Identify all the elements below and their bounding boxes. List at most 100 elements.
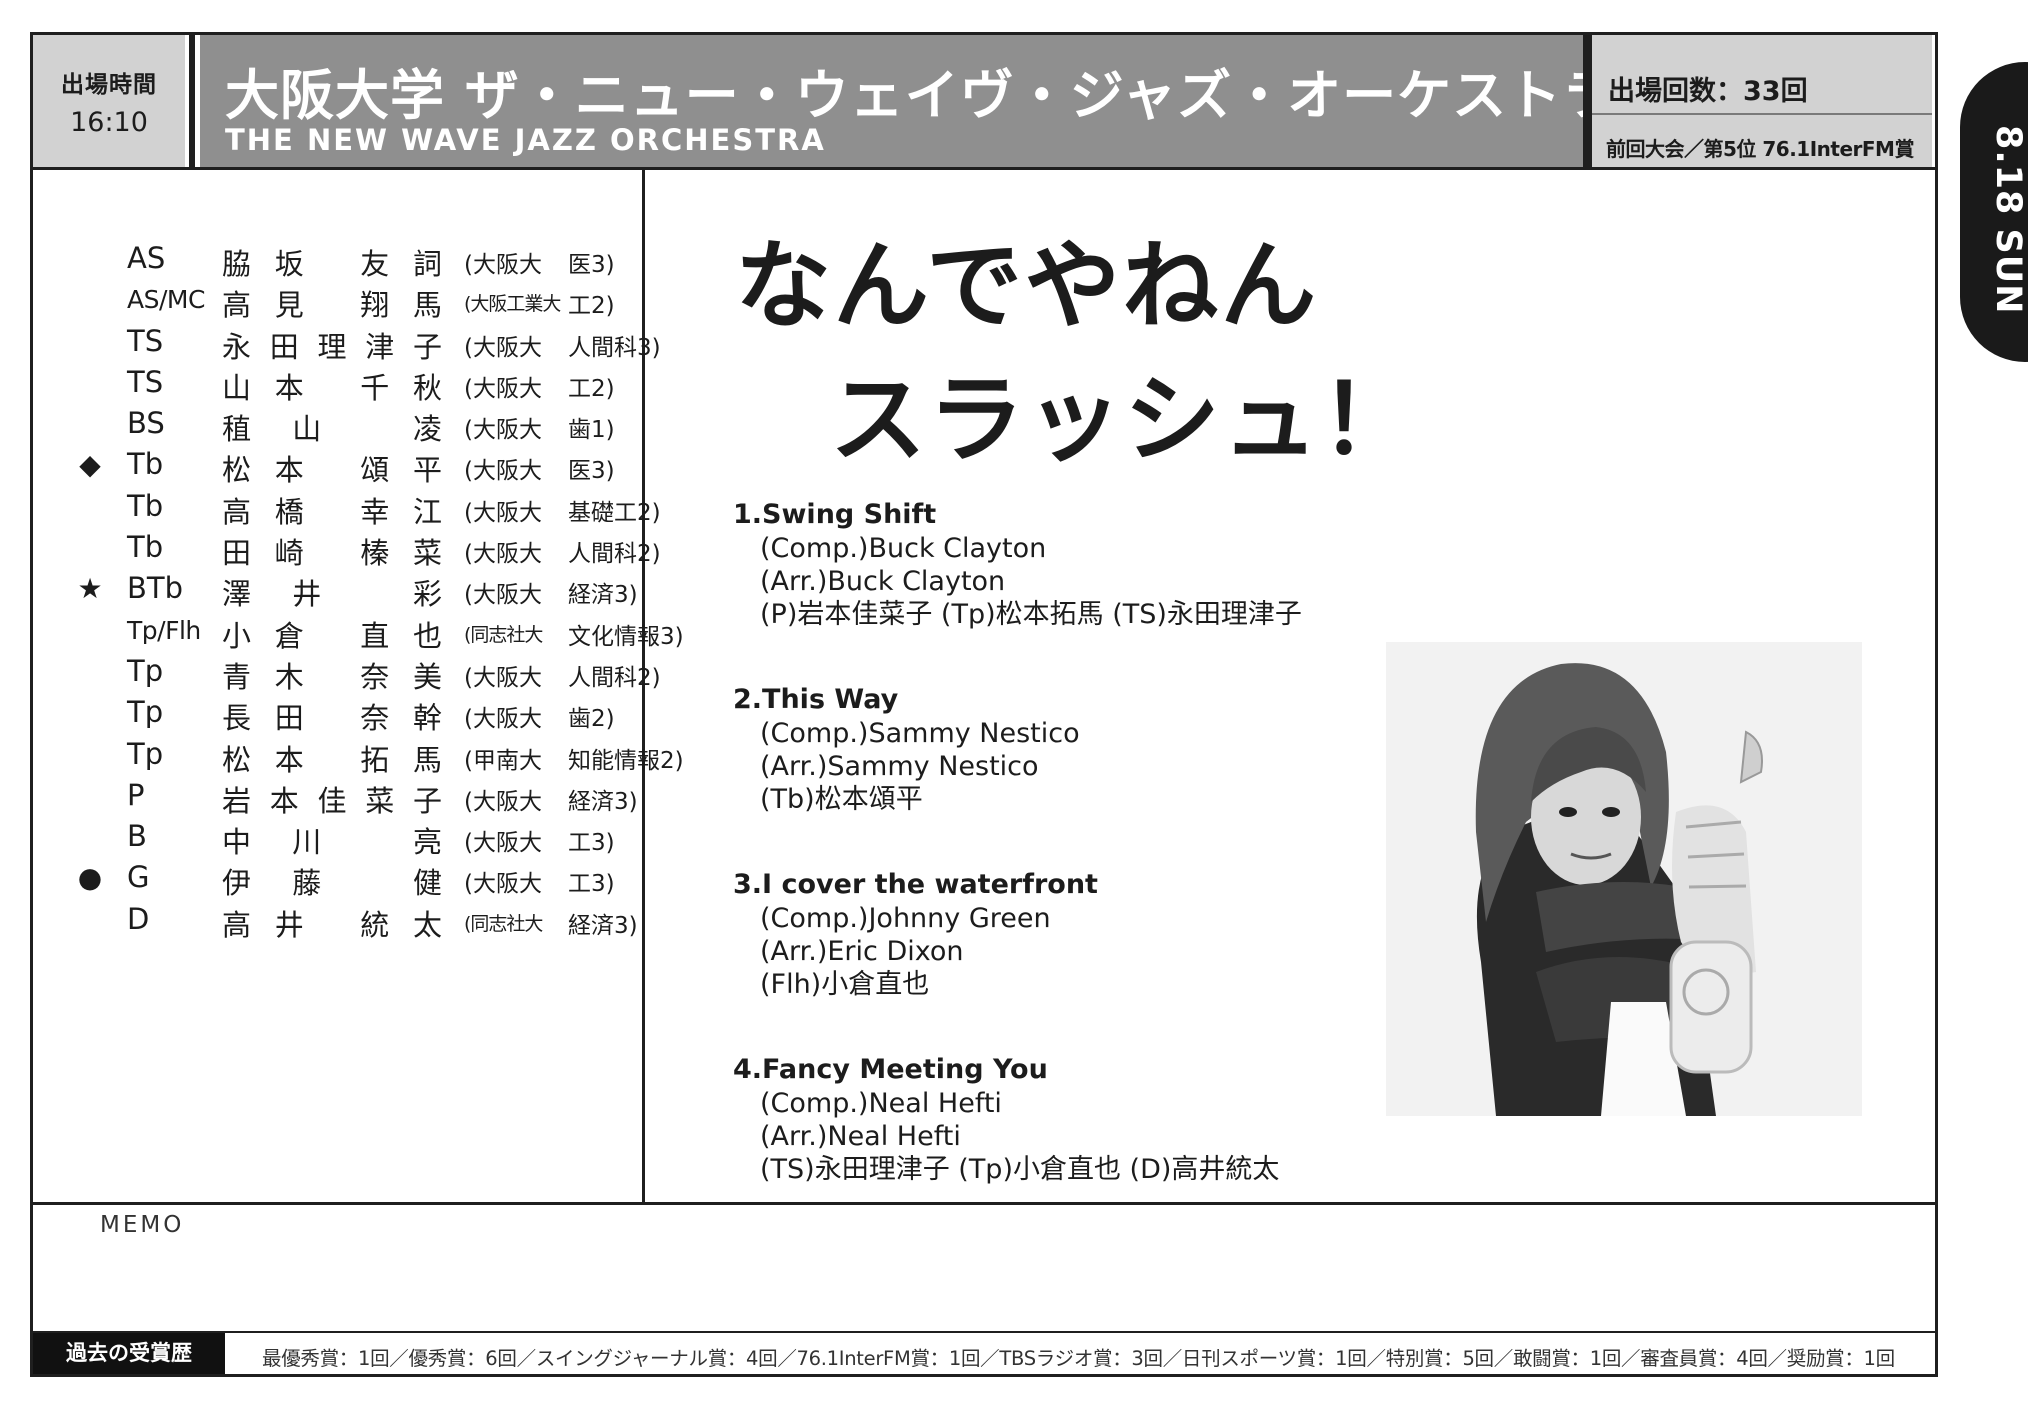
member-school: (甲南大 (464, 747, 542, 774)
member-school: (同志社大 (464, 623, 543, 646)
song-arranger: (Arr.)Buck Clayton (760, 566, 1006, 597)
member-mark: ◆ (79, 448, 101, 482)
member-department: 工3) (568, 830, 615, 857)
band-name-en: THE NEW WAVE JAZZ ORCHESTRA (225, 123, 826, 157)
member-school: (大阪大 (464, 499, 542, 526)
member-name: 岩本佳菜子 (222, 783, 442, 818)
member-instrument: Tp (127, 695, 164, 730)
song-entry: 1.Swing Shift (Comp.)Buck Clayton (Arr.)… (733, 498, 1302, 631)
song-composer: (Comp.)Sammy Nestico (760, 718, 1080, 749)
member-name: 松本 拓馬 (222, 742, 442, 777)
member-department: 工3) (568, 871, 615, 898)
member-department: 経済3) (568, 912, 638, 939)
info-divider (1592, 113, 1932, 115)
header-bottom-rule (33, 167, 1935, 170)
header-divider-line (189, 35, 195, 167)
awards-label: 過去の受賞歴 (33, 1333, 225, 1374)
member-name: 高橋 幸江 (222, 494, 442, 529)
song-soloists: (P)岩本佳菜子 (Tp)松本拓馬 (TS)永田理津子 (760, 599, 1302, 630)
band-info-box: 出場回数：33回 前回大会／第5位 76.1InterFM賞 (1592, 35, 1932, 167)
song-title: 3.I cover the waterfront (733, 869, 1098, 900)
member-name: 青木 奈美 (222, 659, 442, 694)
member-school: (大阪大 (464, 375, 542, 402)
song-arranger: (Arr.)Sammy Nestico (760, 751, 1039, 782)
member-name: 松本 頌平 (222, 453, 442, 488)
song-composer: (Comp.)Neal Hefti (760, 1088, 1002, 1119)
member-instrument: AS/MC (127, 285, 205, 315)
member-name: 長田 奈幹 (222, 701, 442, 736)
performance-time-box: 出場時間 16:10 (33, 35, 185, 167)
member-department: 経済3) (568, 788, 638, 815)
member-name: 稙山 凌 (222, 412, 442, 447)
member-school: (大阪大 (464, 252, 542, 278)
member-name: 澤井 彩 (222, 577, 442, 612)
performance-time-label: 出場時間 (61, 72, 157, 98)
photo-illustration (1386, 642, 1862, 1116)
member-instrument: TS (127, 364, 164, 399)
appearance-count: 出場回数：33回 (1608, 76, 1808, 107)
member-mark: ● (77, 861, 103, 895)
member-school: (大阪工業大 (464, 293, 561, 316)
member-instrument: Tb (127, 447, 164, 482)
performance-time-value: 16:10 (70, 107, 148, 138)
member-department: 医3) (568, 458, 615, 485)
member-school: (大阪大 (464, 706, 542, 733)
song-soloists: (Tb)松本頌平 (760, 784, 923, 815)
previous-result: 前回大会／第5位 76.1InterFM賞 (1606, 137, 1914, 161)
member-name: 山本 千秋 (222, 370, 442, 405)
member-name: 高井 統太 (222, 907, 442, 942)
member-school: (大阪大 (464, 417, 542, 444)
song-composer: (Comp.)Buck Clayton (760, 533, 1047, 564)
member-instrument: P (127, 777, 145, 812)
memo-label: MEMO (100, 1212, 185, 1238)
header-divider-line-2 (1583, 35, 1592, 167)
member-department: 歯1) (568, 417, 615, 444)
awards-history: 最優秀賞：1回／優秀賞：6回／スイングジャーナル賞：4回／76.1InterFM… (262, 1347, 1895, 1370)
member-instrument: G (127, 860, 150, 895)
band-member-photo (1386, 642, 1862, 1116)
member-name: 中川 亮 (222, 825, 442, 860)
member-mark: ★ (77, 572, 103, 606)
member-instrument: AS (127, 241, 166, 275)
band-name-jp: 大阪大学 ザ・ニュー・ウェイヴ・ジャズ・オーケストラ (225, 64, 1618, 127)
member-department: 基礎工2) (568, 499, 661, 526)
member-instrument: Tp/Flh (127, 615, 201, 645)
song-entry: 2.This Way (Comp.)Sammy Nestico (Arr.)Sa… (733, 683, 1302, 816)
song-title: 4.Fancy Meeting You (733, 1054, 1048, 1085)
member-department: 人間科2) (568, 541, 661, 568)
song-title: 1.Swing Shift (733, 499, 937, 530)
member-instrument: Tp (127, 653, 164, 688)
member-name: 高見 翔馬 (222, 288, 442, 323)
member-school: (大阪大 (464, 788, 542, 815)
member-department: 経済3) (568, 582, 638, 609)
member-department: 医3) (568, 252, 615, 278)
member-school: (大阪大 (464, 458, 542, 485)
member-instrument: Tb (127, 488, 164, 523)
member-instrument: Tp (127, 736, 164, 771)
member-school: (同志社大 (464, 912, 543, 935)
band-title-box: 大阪大学 ザ・ニュー・ウェイヴ・ジャズ・オーケストラ THE NEW WAVE … (200, 35, 1616, 167)
song-entry: 4.Fancy Meeting You (Comp.)Neal Hefti (A… (733, 1053, 1302, 1186)
member-name: 田崎 榛菜 (222, 536, 442, 571)
catchphrase-line-2: スラッシュ！ (830, 364, 1418, 476)
awards-top-rule (33, 1331, 1935, 1333)
song-arranger: (Arr.)Neal Hefti (760, 1121, 961, 1152)
member-name: 小倉 直也 (222, 618, 442, 653)
member-school: (大阪大 (464, 830, 542, 857)
catchphrase-line-1: なんでやねん (735, 230, 1319, 342)
setlist: 1.Swing Shift (Comp.)Buck Clayton (Arr.)… (733, 498, 1302, 1238)
song-soloists: (TS)永田理津子 (Tp)小倉直也 (D)高井統太 (760, 1154, 1280, 1185)
member-name: 永田理津子 (222, 329, 442, 364)
song-entry: 3.I cover the waterfront (Comp.)Johnny G… (733, 868, 1302, 1001)
date-tab-label: 8.18 SUN (1988, 125, 2028, 315)
member-instrument: TS (127, 323, 164, 358)
member-instrument: B (127, 819, 147, 854)
member-school: (大阪大 (464, 334, 542, 361)
member-school: (大阪大 (464, 582, 542, 609)
member-name: 脇坂 友詞 (222, 247, 442, 281)
member-instrument: BTb (127, 571, 184, 606)
member-school: (大阪大 (464, 871, 542, 898)
member-department: 知能情報2) (568, 747, 684, 774)
song-arranger: (Arr.)Eric Dixon (760, 936, 964, 967)
song-title: 2.This Way (733, 684, 899, 715)
